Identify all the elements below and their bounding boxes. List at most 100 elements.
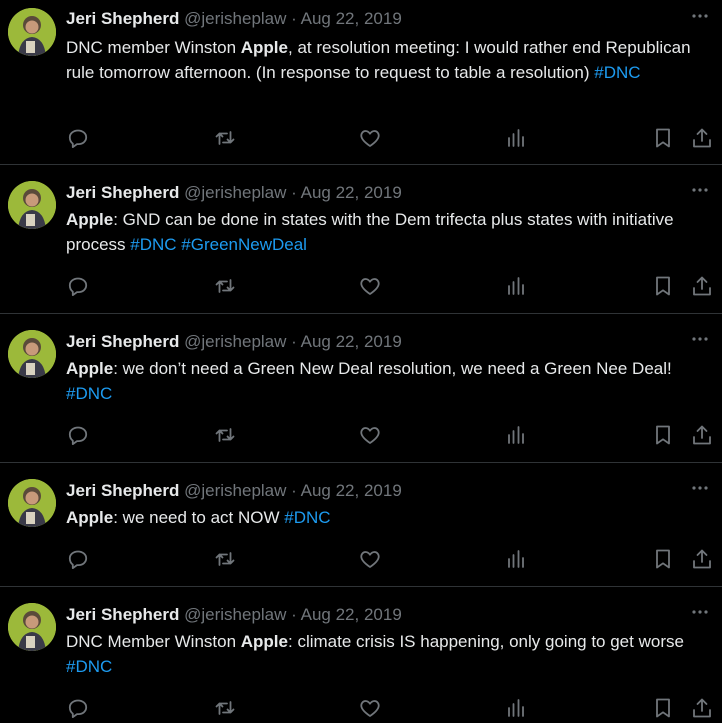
retweet-icon[interactable] [213, 126, 237, 150]
tweet-text-bold: Apple [240, 38, 288, 57]
tweet-header: Jeri Shepherd @jerisheplaw · Aug 22, 201… [66, 480, 402, 502]
author-name[interactable]: Jeri Shepherd [66, 605, 179, 624]
more-icon[interactable] [690, 180, 710, 200]
tweet-header: Jeri Shepherd @jerisheplaw · Aug 22, 201… [66, 8, 402, 30]
tweet-header: Jeri Shepherd @jerisheplaw · Aug 22, 201… [66, 182, 402, 204]
tweet-date[interactable]: Aug 22, 2019 [301, 332, 402, 351]
tweet-text: DNC Member Winston Apple: climate crisis… [66, 629, 711, 679]
views-icon[interactable] [504, 547, 528, 571]
hashtag-link[interactable]: #DNC [66, 657, 112, 676]
bookmark-icon[interactable] [651, 423, 675, 447]
more-icon[interactable] [690, 6, 710, 26]
author-handle[interactable]: @jerisheplaw [184, 332, 286, 351]
tweet-text-bold: Apple [66, 508, 114, 527]
author-handle[interactable]: @jerisheplaw [184, 605, 286, 624]
tweet-text-bold: Apple [66, 359, 114, 378]
tweet-date[interactable]: Aug 22, 2019 [301, 605, 402, 624]
avatar[interactable] [8, 8, 56, 56]
retweet-icon[interactable] [213, 423, 237, 447]
share-icon[interactable] [690, 274, 714, 298]
action-bar [0, 126, 722, 150]
reply-icon[interactable] [66, 274, 90, 298]
separator: · [291, 605, 297, 624]
tweet-header: Jeri Shepherd @jerisheplaw · Aug 22, 201… [66, 604, 402, 626]
avatar-image [8, 8, 56, 56]
author-handle[interactable]: @jerisheplaw [184, 9, 286, 28]
tweet[interactable]: Jeri Shepherd @jerisheplaw · Aug 22, 201… [0, 314, 722, 463]
like-icon[interactable] [358, 696, 382, 720]
tweet-date[interactable]: Aug 22, 2019 [301, 183, 402, 202]
retweet-icon[interactable] [213, 696, 237, 720]
share-icon[interactable] [690, 423, 714, 447]
hashtag-link[interactable]: #DNC [130, 235, 176, 254]
more-icon[interactable] [690, 478, 710, 498]
reply-icon[interactable] [66, 126, 90, 150]
reply-icon[interactable] [66, 696, 90, 720]
separator: · [291, 9, 297, 28]
share-icon[interactable] [690, 696, 714, 720]
tweet-text-part: : climate crisis IS happening, only goin… [288, 632, 684, 651]
retweet-icon[interactable] [213, 547, 237, 571]
tweet-date[interactable]: Aug 22, 2019 [301, 9, 402, 28]
tweet[interactable]: Jeri Shepherd @jerisheplaw · Aug 22, 201… [0, 587, 722, 723]
more-icon[interactable] [690, 329, 710, 349]
more-icon[interactable] [690, 602, 710, 622]
hashtag-link[interactable]: #DNC [66, 384, 112, 403]
bookmark-icon[interactable] [651, 274, 675, 298]
tweet-text-bold: Apple [240, 632, 288, 651]
views-icon[interactable] [504, 274, 528, 298]
tweet-text-part: DNC Member Winston [66, 632, 241, 651]
like-icon[interactable] [358, 126, 382, 150]
avatar[interactable] [8, 181, 56, 229]
hashtag-link[interactable]: #DNC [594, 63, 640, 82]
hashtag-link[interactable]: #DNC [284, 508, 330, 527]
author-handle[interactable]: @jerisheplaw [184, 183, 286, 202]
author-name[interactable]: Jeri Shepherd [66, 332, 179, 351]
tweet[interactable]: Jeri Shepherd @jerisheplaw · Aug 22, 201… [0, 0, 722, 165]
share-icon[interactable] [690, 126, 714, 150]
tweet-date[interactable]: Aug 22, 2019 [301, 481, 402, 500]
tweet-text: Apple: GND can be done in states with th… [66, 207, 711, 257]
action-bar [0, 274, 722, 298]
separator: · [291, 183, 297, 202]
avatar-image [8, 181, 56, 229]
like-icon[interactable] [358, 423, 382, 447]
separator: · [291, 332, 297, 351]
tweet-text: Apple: we need to act NOW #DNC [66, 505, 711, 530]
author-name[interactable]: Jeri Shepherd [66, 9, 179, 28]
author-name[interactable]: Jeri Shepherd [66, 481, 179, 500]
tweet-text-bold: Apple [66, 210, 114, 229]
hashtag-link[interactable]: #GreenNewDeal [181, 235, 307, 254]
tweet[interactable]: Jeri Shepherd @jerisheplaw · Aug 22, 201… [0, 165, 722, 314]
bookmark-icon[interactable] [651, 696, 675, 720]
share-icon[interactable] [690, 547, 714, 571]
tweet[interactable]: Jeri Shepherd @jerisheplaw · Aug 22, 201… [0, 463, 722, 587]
views-icon[interactable] [504, 696, 528, 720]
bookmark-icon[interactable] [651, 547, 675, 571]
tweet-text-part: : we don’t need a Green New Deal resolut… [113, 359, 672, 378]
like-icon[interactable] [358, 274, 382, 298]
avatar-image [8, 603, 56, 651]
retweet-icon[interactable] [213, 274, 237, 298]
avatar[interactable] [8, 603, 56, 651]
tweet-text-part: : we need to act NOW [113, 508, 285, 527]
like-icon[interactable] [358, 547, 382, 571]
reply-icon[interactable] [66, 547, 90, 571]
avatar-image [8, 330, 56, 378]
bookmark-icon[interactable] [651, 126, 675, 150]
avatar-image [8, 479, 56, 527]
avatar[interactable] [8, 330, 56, 378]
reply-icon[interactable] [66, 423, 90, 447]
avatar[interactable] [8, 479, 56, 527]
author-name[interactable]: Jeri Shepherd [66, 183, 179, 202]
separator: · [291, 481, 297, 500]
action-bar [0, 696, 722, 720]
tweet-text-part: DNC member Winston [66, 38, 241, 57]
tweet-text: Apple: we don’t need a Green New Deal re… [66, 356, 711, 406]
views-icon[interactable] [504, 126, 528, 150]
tweet-header: Jeri Shepherd @jerisheplaw · Aug 22, 201… [66, 331, 402, 353]
views-icon[interactable] [504, 423, 528, 447]
tweet-text: DNC member Winston Apple, at resolution … [66, 35, 711, 85]
author-handle[interactable]: @jerisheplaw [184, 481, 286, 500]
action-bar [0, 423, 722, 447]
